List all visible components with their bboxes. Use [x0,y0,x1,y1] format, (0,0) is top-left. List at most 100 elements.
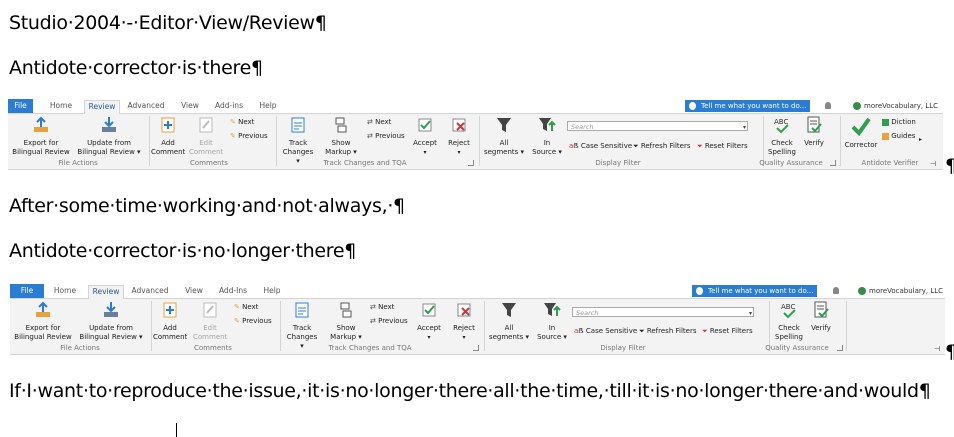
dictionaries-label: Diction [891,118,916,126]
show-label-1: Show [336,324,356,332]
previous-change-button[interactable]: ⇄ Previous [370,317,408,326]
lightbulb-icon [696,287,703,295]
bell-icon[interactable] [825,102,831,109]
refresh-filters-button[interactable]: ⏷ Refresh Filters [633,142,690,151]
tab-advanced[interactable]: Advanced [126,100,166,112]
group-comments: Comments [190,159,228,167]
verify-button[interactable]: Verify [801,116,827,148]
accept-icon [422,303,436,317]
tab-file[interactable]: File [8,99,33,113]
tab-help[interactable]: Help [256,100,280,112]
reject-dropdown-icon[interactable]: ▾ [445,148,473,157]
ribbon-scroll-right-icon[interactable]: ▸ [919,135,922,144]
refresh-filter-icon: ⏷ [639,327,647,335]
all-segments-button[interactable]: All segments ▾ [482,116,526,157]
update-bilingual-button[interactable]: Update from Bilingual Review ▾ [76,301,146,342]
spelling-icon: ABC [781,303,796,319]
group-launcher-icon[interactable] [837,345,843,351]
account-name[interactable]: moreVocabulary, LLC [858,285,943,297]
tab-view[interactable]: View [182,285,206,297]
ribbon-pin-icon[interactable]: ⊣ [930,160,936,169]
accept-dropdown-icon[interactable]: ▾ [411,148,439,157]
edit-comment-button[interactable]: Edit Comment [189,116,223,157]
refresh-filters-label: Refresh Filters [640,142,691,150]
spelling-icon: ABC [774,118,789,134]
tab-file[interactable]: File [10,284,44,298]
edit-comment-icon [203,302,217,318]
show-markup-button[interactable]: Show Markup ▾ [328,301,364,342]
tab-help[interactable]: Help [260,285,284,297]
next-change-button[interactable]: ⇄ Next [367,118,391,127]
check-spelling-button[interactable]: ABC Check Spelling [765,116,799,157]
guides-icon [882,132,889,140]
all-segments-label-2: segments ▾ [483,148,525,156]
check-spelling-label-1: Check [778,324,800,332]
reject-dropdown-icon[interactable]: ▾ [450,333,478,342]
tab-review[interactable]: Review [88,285,124,299]
filter-search-input[interactable]: Search ▾ [567,121,748,131]
accept-dropdown-icon[interactable]: ▾ [415,333,443,342]
tab-home[interactable]: Home [50,285,80,297]
previous-change-button[interactable]: ⇄ Previous [367,132,405,141]
reset-filters-button[interactable]: ⏷ Reset Filters [702,327,753,336]
in-source-button[interactable]: In Source ▾ [535,301,569,342]
reset-filters-button[interactable]: ⏷ Reset Filters [697,142,748,151]
search-dropdown-icon[interactable]: ▾ [743,123,746,133]
account-label: moreVocabulary, LLC [869,287,944,295]
verify-button[interactable]: Verify [808,301,834,333]
filter-search-input[interactable]: Search ▾ [572,307,754,317]
track-changes-icon [295,302,309,318]
in-source-label-1: In [543,139,551,147]
antidote-dictionaries-button[interactable]: Diction [882,118,916,127]
accept-button[interactable]: Accept ▾ [411,116,439,157]
all-segments-label-1: All [499,139,509,147]
ribbon-pin-icon[interactable]: ⊣ [934,345,940,354]
next-comment-button[interactable]: ✎ Next [230,118,254,127]
search-dropdown-icon[interactable]: ▾ [749,309,752,319]
tab-review[interactable]: Review [84,100,120,114]
all-segments-button[interactable]: All segments ▾ [487,301,531,342]
previous-comment-button[interactable]: ✎ Previous [234,317,272,326]
export-bilingual-button[interactable]: Export for Bilingual Review [10,116,72,157]
filter-source-icon [539,118,556,131]
next-change-button[interactable]: ⇄ Next [370,303,394,312]
export-label-2: Bilingual Review [12,148,70,156]
accept-button[interactable]: Accept ▾ [415,301,443,342]
in-source-button[interactable]: In Source ▾ [530,116,564,157]
tell-me-box[interactable]: Tell me what you want to do... [685,100,811,112]
tab-view[interactable]: View [178,100,202,112]
case-sensitive-icon-b: ẞ [573,142,581,150]
antidote-corrector-button[interactable]: Corrector [842,116,880,150]
refresh-filters-button[interactable]: ⏷ Refresh Filters [639,327,696,336]
reject-button[interactable]: Reject ▾ [445,116,473,157]
group-launcher-icon[interactable] [468,160,474,166]
bell-icon[interactable] [833,287,839,294]
group-separator [840,116,841,166]
case-sensitive-toggle[interactable]: aẞ Case Sensitive [569,142,632,151]
tab-add-ins[interactable]: Add-ins [212,100,246,112]
add-comment-button[interactable]: Add Comment [151,116,185,157]
tab-add-ins[interactable]: Add-Ins [216,285,250,297]
export-bilingual-button[interactable]: Export for Bilingual Review [12,301,74,342]
add-comment-icon [161,117,175,133]
check-spelling-button[interactable]: ABC Check Spelling [772,301,806,342]
add-comment-button[interactable]: Add Comment [153,301,187,342]
antidote-guides-button[interactable]: Guides [882,132,915,141]
account-name[interactable]: moreVocabulary, LLC [853,100,938,112]
tab-advanced[interactable]: Advanced [130,285,170,297]
tell-me-box[interactable]: Tell me what you want to do... [692,285,818,297]
tab-home[interactable]: Home [46,100,76,112]
case-sensitive-toggle[interactable]: aẞ Case Sensitive [574,327,637,336]
update-bilingual-button[interactable]: Update from Bilingual Review ▾ [74,116,144,157]
edit-comment-label-2: Comment [193,333,228,341]
next-change-icon: ⇄ [367,118,376,126]
previous-comment-button[interactable]: ✎ Previous [230,132,268,141]
doc-line-after-time: After·some·time·working·and·not·always,·… [9,195,405,217]
edit-comment-button[interactable]: Edit Comment [193,301,227,342]
group-launcher-icon[interactable] [830,160,836,166]
show-label-2: Markup ▾ [330,333,362,341]
group-launcher-icon[interactable] [473,345,479,351]
reject-button[interactable]: Reject ▾ [450,301,478,342]
next-comment-button[interactable]: ✎ Next [234,303,258,312]
show-markup-button[interactable]: Show Markup ▾ [323,116,359,157]
